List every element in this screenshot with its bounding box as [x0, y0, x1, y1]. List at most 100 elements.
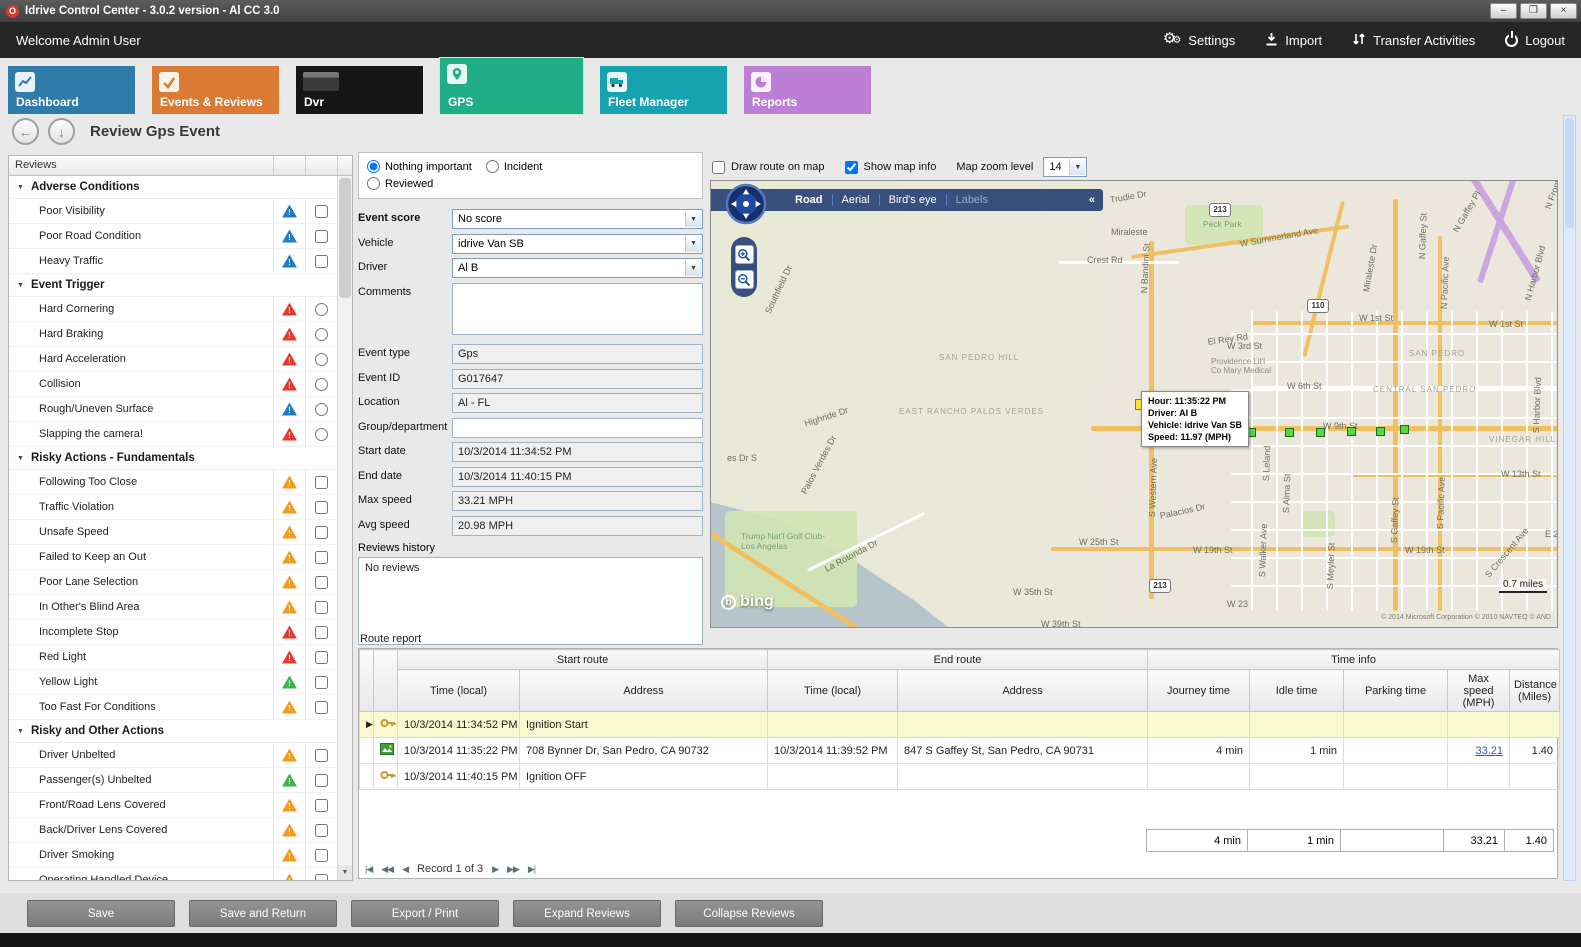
- review-item-radio[interactable]: [315, 428, 328, 441]
- avg-speed-field[interactable]: [452, 516, 703, 536]
- column-group-start-route[interactable]: Start route: [398, 650, 768, 670]
- minimize-button[interactable]: –: [1490, 3, 1517, 19]
- tab-events-reviews[interactable]: Events & Reviews: [152, 66, 279, 114]
- column-header-max-speed-mph[interactable]: Max speed (MPH): [1448, 670, 1510, 712]
- review-item-radio[interactable]: [315, 403, 328, 416]
- event-id-field[interactable]: [452, 369, 703, 389]
- comments-textarea[interactable]: [452, 283, 703, 335]
- tab-dashboard[interactable]: Dashboard: [8, 66, 135, 114]
- maximize-button[interactable]: ❐: [1520, 3, 1547, 19]
- last-record-button[interactable]: ▶|: [528, 864, 535, 875]
- column-header-time-local[interactable]: Time (local): [768, 670, 898, 712]
- prev-page-button[interactable]: ◀◀: [381, 864, 393, 875]
- review-item-checkbox[interactable]: [315, 676, 328, 689]
- import-menu-item[interactable]: Import: [1265, 32, 1322, 49]
- reviews-scrollbar[interactable]: ▼: [337, 176, 352, 880]
- window-vertical-scrollbar[interactable]: [1563, 115, 1576, 881]
- column-header-time-local[interactable]: Time (local): [398, 670, 520, 712]
- review-item-checkbox[interactable]: [315, 601, 328, 614]
- review-item-checkbox[interactable]: [315, 824, 328, 837]
- scroll-down-button[interactable]: ↓: [48, 118, 75, 145]
- zoom-in-button[interactable]: [735, 245, 754, 264]
- first-record-button[interactable]: |◀: [365, 864, 372, 875]
- route-report-row[interactable]: ▶ 10/3/2014 11:34:52 PM Ignition Start: [360, 712, 1560, 738]
- review-item-checkbox[interactable]: [315, 749, 328, 762]
- status-radio-reviewed[interactable]: [367, 177, 380, 190]
- review-item-radio[interactable]: [315, 303, 328, 316]
- group-department-field[interactable]: [452, 418, 703, 438]
- review-item-checkbox[interactable]: [315, 651, 328, 664]
- column-header-address[interactable]: Address: [898, 670, 1148, 712]
- end-date-field[interactable]: [452, 467, 703, 487]
- reviews-scrollbar-thumb[interactable]: [339, 178, 351, 298]
- review-item-checkbox[interactable]: [315, 526, 328, 539]
- reviews-history-box[interactable]: No reviews: [358, 557, 703, 645]
- column-group-end-route[interactable]: End route: [768, 650, 1148, 670]
- column-header-distance-miles[interactable]: Distance (Miles): [1510, 670, 1560, 712]
- collapse-reviews-button[interactable]: Collapse Reviews: [675, 900, 823, 927]
- tab-fleet-manager[interactable]: Fleet Manager: [600, 66, 727, 114]
- review-item-checkbox[interactable]: [315, 874, 328, 881]
- start-date-field[interactable]: [452, 442, 703, 462]
- reviews-scroll-down-arrow[interactable]: ▼: [338, 865, 352, 880]
- status-option-incident[interactable]: Incident: [486, 160, 543, 173]
- review-item-checkbox[interactable]: [315, 230, 328, 243]
- route-report-row[interactable]: 10/3/2014 11:40:15 PM Ignition OFF: [360, 764, 1560, 790]
- status-option-reviewed[interactable]: Reviewed: [367, 177, 433, 190]
- tab-dvr[interactable]: Dvr: [296, 66, 423, 114]
- vehicle-select[interactable]: idrive Van SB ▼: [452, 234, 703, 254]
- zoom-out-button[interactable]: [735, 270, 754, 289]
- column-header-parking-time[interactable]: Parking time: [1344, 670, 1448, 712]
- review-item-checkbox[interactable]: [315, 551, 328, 564]
- map-mode-bird-s-eye[interactable]: Bird's eye: [889, 194, 937, 206]
- event-type-field[interactable]: [452, 344, 703, 364]
- review-item-checkbox[interactable]: [315, 626, 328, 639]
- column-header-address[interactable]: Address: [520, 670, 768, 712]
- map-compass-control[interactable]: [725, 183, 767, 230]
- event-score-select[interactable]: No score ▼: [452, 209, 703, 229]
- export-print-button[interactable]: Export / Print: [351, 900, 499, 927]
- review-item-checkbox[interactable]: [315, 799, 328, 812]
- back-button[interactable]: ←: [12, 118, 39, 145]
- review-item-checkbox[interactable]: [315, 774, 328, 787]
- tab-gps[interactable]: GPS: [440, 58, 583, 114]
- map-mode-road[interactable]: Road: [795, 194, 823, 206]
- bing-map[interactable]: Trudie DrPeck ParkMiralesteW Summerland …: [710, 180, 1558, 628]
- window-scrollbar-thumb[interactable]: [1565, 118, 1574, 228]
- review-item-checkbox[interactable]: [315, 501, 328, 514]
- column-group-time-info[interactable]: Time info: [1148, 650, 1560, 670]
- max-speed-link[interactable]: 33.21: [1476, 745, 1504, 757]
- status-radio-nothing-important[interactable]: [367, 160, 380, 173]
- column-header-journey-time[interactable]: Journey time: [1148, 670, 1250, 712]
- status-radio-incident[interactable]: [486, 160, 499, 173]
- close-button[interactable]: ×: [1550, 3, 1577, 19]
- next-page-button[interactable]: ▶▶: [507, 864, 519, 875]
- map-mode-labels[interactable]: Labels: [956, 194, 988, 206]
- review-item-radio[interactable]: [315, 353, 328, 366]
- tab-reports[interactable]: Reports: [744, 66, 871, 114]
- collapse-toolbar-button[interactable]: «: [1089, 194, 1095, 206]
- review-item-checkbox[interactable]: [315, 255, 328, 268]
- logout-menu-item[interactable]: Logout: [1505, 33, 1565, 48]
- location-field[interactable]: [452, 393, 703, 413]
- max-speed-field[interactable]: [452, 491, 703, 511]
- driver-select[interactable]: Al B ▼: [452, 258, 703, 278]
- draw-route-checkbox[interactable]: [712, 161, 725, 174]
- review-item-checkbox[interactable]: [315, 576, 328, 589]
- review-group-event-trigger[interactable]: ▼Event Trigger: [9, 274, 337, 297]
- prev-record-button[interactable]: ◀: [402, 864, 408, 875]
- review-item-checkbox[interactable]: [315, 701, 328, 714]
- review-group-risky-actions-fundamentals[interactable]: ▼Risky Actions - Fundamentals: [9, 447, 337, 470]
- review-item-radio[interactable]: [315, 328, 328, 341]
- settings-menu-item[interactable]: ⚙⚙ Settings: [1163, 32, 1235, 48]
- map-mode-aerial[interactable]: Aerial: [842, 194, 870, 206]
- review-item-checkbox[interactable]: [315, 205, 328, 218]
- review-item-radio[interactable]: [315, 378, 328, 391]
- review-group-adverse-conditions[interactable]: ▼Adverse Conditions: [9, 176, 337, 199]
- review-group-risky-and-other-actions[interactable]: ▼Risky and Other Actions: [9, 720, 337, 743]
- save-and-return-button[interactable]: Save and Return: [189, 900, 337, 927]
- show-map-info-checkbox[interactable]: [845, 161, 858, 174]
- status-option-nothing-important[interactable]: Nothing important: [367, 160, 472, 173]
- transfer-activities-menu-item[interactable]: Transfer Activities: [1352, 32, 1475, 49]
- review-item-checkbox[interactable]: [315, 476, 328, 489]
